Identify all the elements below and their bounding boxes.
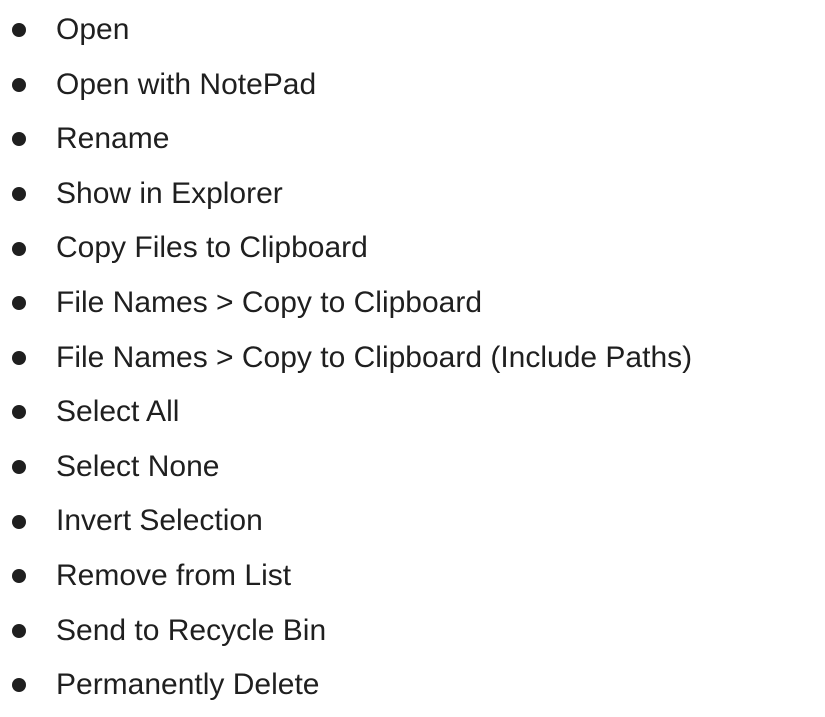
context-menu-list: Open Open with NotePad Rename Show in Ex…: [0, 3, 825, 713]
bullet-icon: [12, 514, 26, 529]
menu-item-label: Open: [56, 13, 130, 46]
bullet-icon: [12, 77, 26, 92]
menu-item-label: Copy Files to Clipboard: [56, 231, 368, 265]
bullet-icon: [12, 405, 26, 420]
menu-item-label: Permanently Delete: [56, 668, 320, 702]
bullet-icon: [12, 187, 26, 202]
menu-item-rename[interactable]: Rename: [0, 112, 825, 167]
menu-item-label: Open with NotePad: [56, 67, 317, 101]
menu-item-file-names-copy-include-paths[interactable]: File Names > Copy to Clipboard (Include …: [0, 331, 825, 386]
menu-item-label: Invert Selection: [56, 504, 263, 538]
menu-item-permanently-delete[interactable]: Permanently Delete: [0, 658, 825, 713]
bullet-icon: [12, 460, 26, 475]
menu-item-copy-files-to-clipboard[interactable]: Copy Files to Clipboard: [0, 221, 825, 276]
menu-item-open[interactable]: Open: [0, 3, 825, 58]
menu-item-label: Remove from List: [56, 558, 292, 592]
bullet-icon: [12, 569, 26, 584]
menu-item-label: File Names > Copy to Clipboard (Include …: [56, 340, 693, 374]
menu-item-open-with-notepad[interactable]: Open with NotePad: [0, 58, 825, 113]
bullet-icon: [12, 678, 26, 693]
bullet-icon: [12, 132, 26, 147]
menu-item-file-names-copy[interactable]: File Names > Copy to Clipboard: [0, 276, 825, 331]
menu-item-label: Show in Explorer: [56, 176, 283, 210]
menu-item-invert-selection[interactable]: Invert Selection: [0, 494, 825, 549]
menu-item-select-all[interactable]: Select All: [0, 385, 825, 440]
bullet-icon: [12, 623, 26, 638]
menu-item-label: File Names > Copy to Clipboard: [56, 285, 483, 319]
menu-item-label: Select None: [56, 449, 220, 483]
bullet-icon: [12, 296, 26, 311]
bullet-icon: [12, 350, 26, 365]
menu-item-label: Send to Recycle Bin: [56, 613, 327, 647]
menu-item-label: Rename: [56, 122, 170, 156]
bullet-icon: [12, 23, 26, 38]
menu-item-remove-from-list[interactable]: Remove from List: [0, 549, 825, 604]
menu-item-send-to-recycle-bin[interactable]: Send to Recycle Bin: [0, 604, 825, 659]
menu-item-label: Select All: [56, 395, 180, 429]
menu-item-show-in-explorer[interactable]: Show in Explorer: [0, 167, 825, 222]
bullet-icon: [12, 241, 26, 256]
menu-item-select-none[interactable]: Select None: [0, 440, 825, 495]
